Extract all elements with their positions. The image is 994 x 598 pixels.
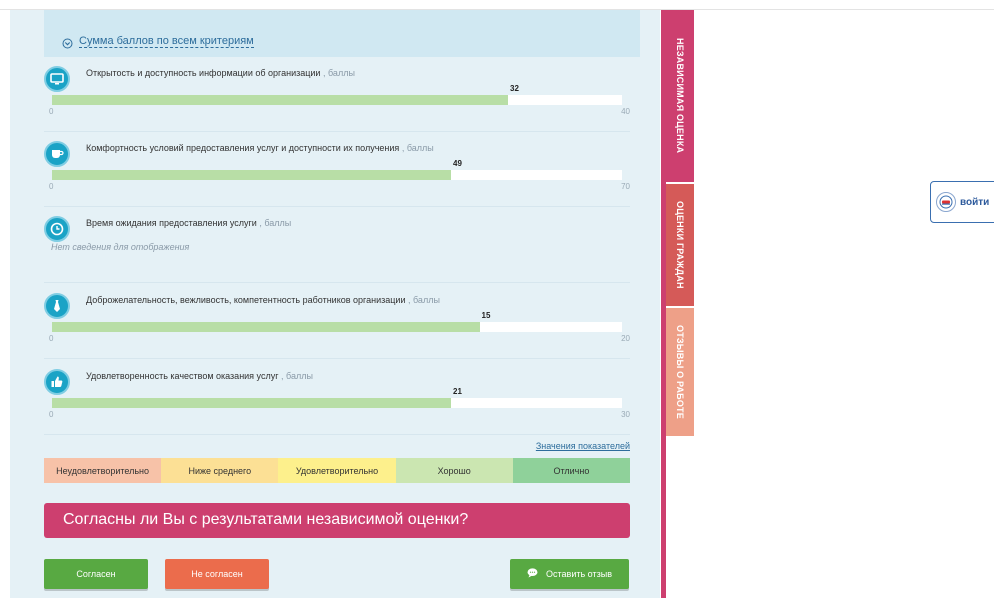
score-bar-fill	[52, 170, 451, 180]
criterion-title: Доброжелательность, вежливость, компетен…	[86, 295, 440, 305]
score-value: 21	[453, 387, 462, 396]
scale-excellent: Отлично	[512, 458, 631, 483]
clock-icon	[44, 216, 70, 242]
login-label: войти	[960, 196, 990, 208]
leave-review-label: Оставить отзыв	[546, 569, 612, 579]
criterion-title-text: Комфортность условий предоставления услу…	[86, 143, 400, 153]
criterion-title: Открытость и доступность информации об о…	[86, 68, 355, 78]
agree-button[interactable]: Согласен	[44, 559, 148, 589]
divider	[44, 434, 630, 435]
tab-label: НЕЗАВИСИМАЯ ОЦЕНКА	[675, 38, 685, 154]
tab-work-reviews[interactable]: ОТЗЫВЫ О РАБОТЕ	[666, 308, 694, 436]
score-bar-fill	[52, 322, 480, 332]
top-border	[0, 0, 994, 10]
criterion-title-text: Открытость и доступность информации об о…	[86, 68, 321, 78]
score-bar	[52, 170, 622, 180]
scale-satisfactory: Удовлетворительно	[278, 458, 396, 483]
criterion-satisfaction: Удовлетворенность качеством оказания усл…	[44, 369, 630, 425]
score-min: 0	[49, 410, 54, 419]
score-bar	[52, 322, 622, 332]
tab-label: ОТЗЫВЫ О РАБОТЕ	[675, 325, 685, 419]
chevron-down-icon	[62, 36, 73, 54]
criterion-openness: Открытость и доступность информации об о…	[44, 66, 630, 122]
score-value: 49	[453, 159, 462, 168]
agreement-question-text: Согласны ли Вы с результатами независимо…	[63, 511, 469, 528]
score-bar-fill	[52, 398, 451, 408]
no-data-message: Нет сведения для отображения	[51, 242, 190, 252]
divider	[44, 282, 630, 283]
criterion-waiting-time: Время ожидания предоставления услуги , б…	[44, 216, 630, 272]
score-bar	[52, 398, 622, 408]
tab-label: ОЦЕНКИ ГРАЖДАН	[675, 201, 685, 289]
score-bar-fill	[52, 95, 508, 105]
tab-independent-assessment[interactable]: НЕЗАВИСИМАЯ ОЦЕНКА	[666, 10, 694, 182]
comment-icon	[527, 568, 538, 580]
agreement-question-banner: Согласны ли Вы с результатами независимо…	[44, 503, 630, 538]
criterion-unit: , баллы	[401, 143, 434, 153]
criterion-title: Время ожидания предоставления услуги , б…	[86, 218, 291, 228]
score-value: 32	[510, 84, 519, 93]
criterion-unit: , баллы	[281, 371, 313, 381]
scale-unsatisfactory: Неудовлетворительно	[44, 458, 162, 483]
criterion-unit: , баллы	[322, 68, 355, 78]
score-min: 0	[49, 334, 54, 343]
gosuslugi-icon	[936, 192, 956, 212]
tab-citizen-ratings[interactable]: ОЦЕНКИ ГРАЖДАН	[666, 184, 694, 306]
divider	[44, 206, 630, 207]
score-max: 20	[621, 334, 630, 343]
thumbs-up-icon	[44, 369, 70, 395]
score-max: 30	[621, 410, 630, 419]
indicator-values-link[interactable]: Значения показателей	[520, 441, 630, 451]
cup-icon	[44, 141, 70, 167]
score-min: 0	[49, 182, 54, 191]
scale-good: Хорошо	[395, 458, 513, 483]
rating-scale: Неудовлетворительно Ниже среднего Удовле…	[44, 458, 631, 483]
scale-below-average: Ниже среднего	[161, 458, 279, 483]
leave-review-button[interactable]: Оставить отзыв	[510, 559, 629, 589]
login-button[interactable]: войти	[930, 181, 994, 223]
criterion-title: Комфортность условий предоставления услу…	[86, 143, 434, 153]
criterion-title: Удовлетворенность качеством оказания усл…	[86, 371, 313, 381]
tie-icon	[44, 293, 70, 319]
score-max: 40	[621, 107, 630, 116]
criterion-politeness: Доброжелательность, вежливость, компетен…	[44, 293, 630, 349]
criterion-title-text: Время ожидания предоставления услуги	[86, 218, 257, 228]
disagree-button[interactable]: Не согласен	[165, 559, 269, 589]
divider	[44, 131, 630, 132]
monitor-icon	[44, 66, 70, 92]
score-value: 15	[481, 311, 491, 320]
sum-all-criteria-link[interactable]: Сумма баллов по всем критериям	[79, 35, 254, 48]
score-max: 70	[621, 182, 630, 191]
criterion-unit: , баллы	[407, 295, 440, 305]
criterion-title-text: Доброжелательность, вежливость, компетен…	[86, 295, 406, 305]
criterion-unit: , баллы	[259, 218, 292, 228]
divider	[44, 358, 630, 359]
criterion-title-text: Удовлетворенность качеством оказания усл…	[86, 371, 279, 381]
score-bar	[52, 95, 622, 105]
score-min: 0	[49, 107, 54, 116]
sum-header	[44, 10, 640, 57]
criterion-comfort: Комфортность условий предоставления услу…	[44, 141, 630, 197]
